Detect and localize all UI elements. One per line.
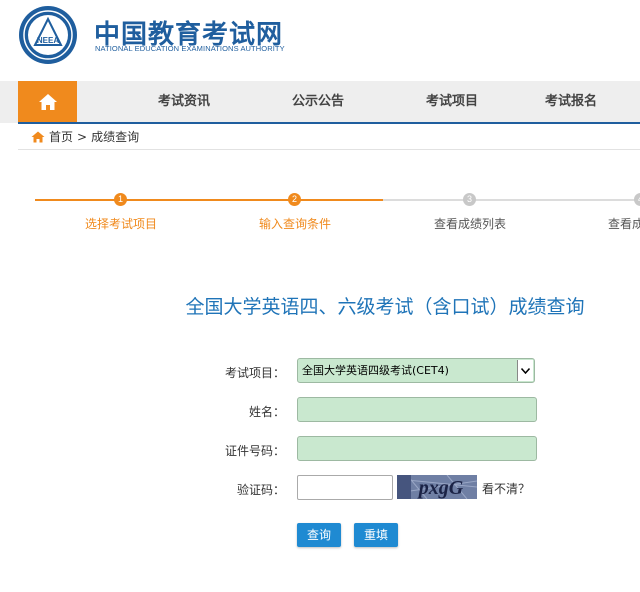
refresh-captcha-link[interactable]: 看不清？ <box>482 480 530 497</box>
nav-item-announcements[interactable]: 公示公告 <box>292 81 344 123</box>
breadcrumb: 首页 > 成绩查询 <box>31 128 139 146</box>
site-header: NEEA 中国教育考试网 NATIONAL EDUCATION EXAMINAT… <box>0 0 640 80</box>
neea-logo[interactable]: NEEA <box>18 5 78 65</box>
step-3-label: 查看成绩列表 <box>433 217 507 231</box>
captcha-text: pxgG <box>417 477 464 499</box>
query-button[interactable]: 查询 <box>297 523 342 547</box>
home-icon <box>31 131 45 143</box>
progress-line-done <box>35 199 383 201</box>
captcha-image[interactable]: pxgG <box>397 475 477 499</box>
step-3-dot: 3 <box>463 193 476 206</box>
exam-select-value: 全国大学英语四级考试(CET4) <box>302 364 449 377</box>
progress-line-todo <box>383 199 640 201</box>
name-input[interactable] <box>297 397 537 422</box>
breadcrumb-home-link[interactable]: 首页 <box>49 128 73 146</box>
id-number-label: 证件号码： <box>224 444 285 458</box>
reset-button[interactable]: 重填 <box>354 523 399 547</box>
step-2-dot: 2 <box>288 193 301 206</box>
captcha-label: 验证码： <box>236 483 285 497</box>
step-4-dot: 4 <box>634 193 640 206</box>
nav-item-exam-registration[interactable]: 考试报名 <box>545 81 597 123</box>
step-1-dot: 1 <box>114 193 127 206</box>
nav-item-exam-news[interactable]: 考试资讯 <box>158 81 210 123</box>
exam-label: 考试项目： <box>224 366 285 380</box>
breadcrumb-current: 成绩查询 <box>91 130 140 144</box>
nav-home-button[interactable] <box>18 81 77 123</box>
logo-text: NEEA <box>37 36 59 45</box>
page-title: 全国大学英语四、六级考试（含口试）成绩查询 <box>185 296 585 318</box>
exam-select[interactable]: 全国大学英语四级考试(CET4) <box>297 358 535 383</box>
step-2-label: 输入查询条件 <box>258 217 332 231</box>
id-number-input[interactable] <box>297 436 537 461</box>
nav-item-exam-projects[interactable]: 考试项目 <box>426 81 478 123</box>
name-label: 姓名： <box>248 405 285 419</box>
chevron-down-icon <box>517 360 533 381</box>
step-1-label: 选择考试项目 <box>84 217 158 231</box>
breadcrumb-divider <box>18 149 640 150</box>
captcha-input[interactable] <box>297 475 393 500</box>
nav-underline <box>18 122 640 124</box>
breadcrumb-separator: > <box>77 130 88 144</box>
home-icon <box>38 94 57 110</box>
brand-subtitle: NATIONAL EDUCATION EXAMINATIONS AUTHORIT… <box>95 44 285 53</box>
step-4-label: 查看成 <box>607 217 640 231</box>
